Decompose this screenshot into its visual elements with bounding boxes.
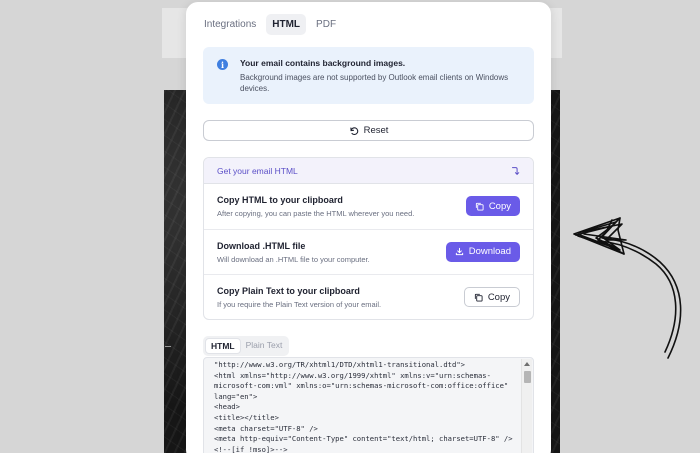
- code-line: <meta http-equiv="Content-Type" content=…: [214, 434, 513, 444]
- tab-integrations[interactable]: Integrations: [198, 14, 262, 35]
- notice-body: Background images are not supported by O…: [240, 73, 509, 93]
- export-panel: Integrations HTML PDF i Your email conta…: [186, 2, 551, 453]
- copy-html-row: Copy HTML to your clipboard After copyin…: [204, 184, 533, 230]
- code-line: <html xmlns="http://www.w3.org/1999/xhtm…: [214, 370, 491, 380]
- tab-html[interactable]: HTML: [266, 14, 307, 35]
- code-line: <head>: [214, 402, 240, 412]
- code-line: "http://www.w3.org/TR/xhtml1/DTD/xhtml1-…: [214, 360, 465, 369]
- code-line: <meta charset="UTF-8" />: [214, 423, 318, 433]
- section-header[interactable]: Get your email HTML: [204, 158, 533, 184]
- info-icon: i: [217, 59, 228, 70]
- tab-code-plain-text[interactable]: Plain Text: [241, 338, 288, 354]
- background-image-notice: i Your email contains background images.…: [203, 47, 534, 104]
- reset-icon: [349, 126, 358, 135]
- download-html-button[interactable]: Download: [445, 241, 520, 262]
- notice-title: Your email contains background images.: [240, 58, 406, 68]
- export-tabs: Integrations HTML PDF: [198, 14, 342, 35]
- code-view-tabs: HTML Plain Text: [203, 336, 290, 356]
- scroll-thumb[interactable]: [524, 371, 531, 383]
- get-email-html-section: Get your email HTML Copy HTML to your cl…: [203, 157, 534, 320]
- copy-icon: [475, 202, 484, 211]
- reset-label: Reset: [363, 125, 389, 136]
- button-label: Copy: [487, 291, 510, 303]
- section-title: Get your email HTML: [217, 165, 298, 176]
- copy-plain-text-row: Copy Plain Text to your clipboard If you…: [204, 275, 533, 319]
- button-label: Download: [468, 246, 511, 257]
- html-code-textarea[interactable]: "http://www.w3.org/TR/xhtml1/DTD/xhtml1-…: [203, 357, 534, 453]
- code-line: <!--[if !mso]>-->: [214, 444, 288, 453]
- tab-code-html[interactable]: HTML: [205, 338, 241, 354]
- code-line: lang="en">: [214, 391, 258, 401]
- download-icon: [455, 247, 463, 256]
- copy-html-button[interactable]: Copy: [465, 196, 520, 216]
- arrow-curve-icon: [512, 166, 520, 175]
- ruler-tick: [165, 346, 171, 347]
- scroll-up-arrow-icon[interactable]: [524, 362, 530, 366]
- reset-button[interactable]: Reset: [203, 120, 534, 141]
- code-line: <title></title>: [214, 412, 279, 422]
- copy-plain-text-button[interactable]: Copy: [463, 287, 520, 307]
- hand-drawn-arrow-icon: [573, 217, 682, 359]
- copy-icon: [474, 293, 483, 302]
- code-line: microsoft-com:vml" xmlns:o="urn:schemas-…: [214, 381, 509, 391]
- code-scrollbar[interactable]: [521, 359, 532, 453]
- download-html-row: Download .HTML file Will download an .HT…: [204, 230, 533, 275]
- tab-pdf[interactable]: PDF: [310, 14, 342, 35]
- button-label: Copy: [488, 200, 511, 212]
